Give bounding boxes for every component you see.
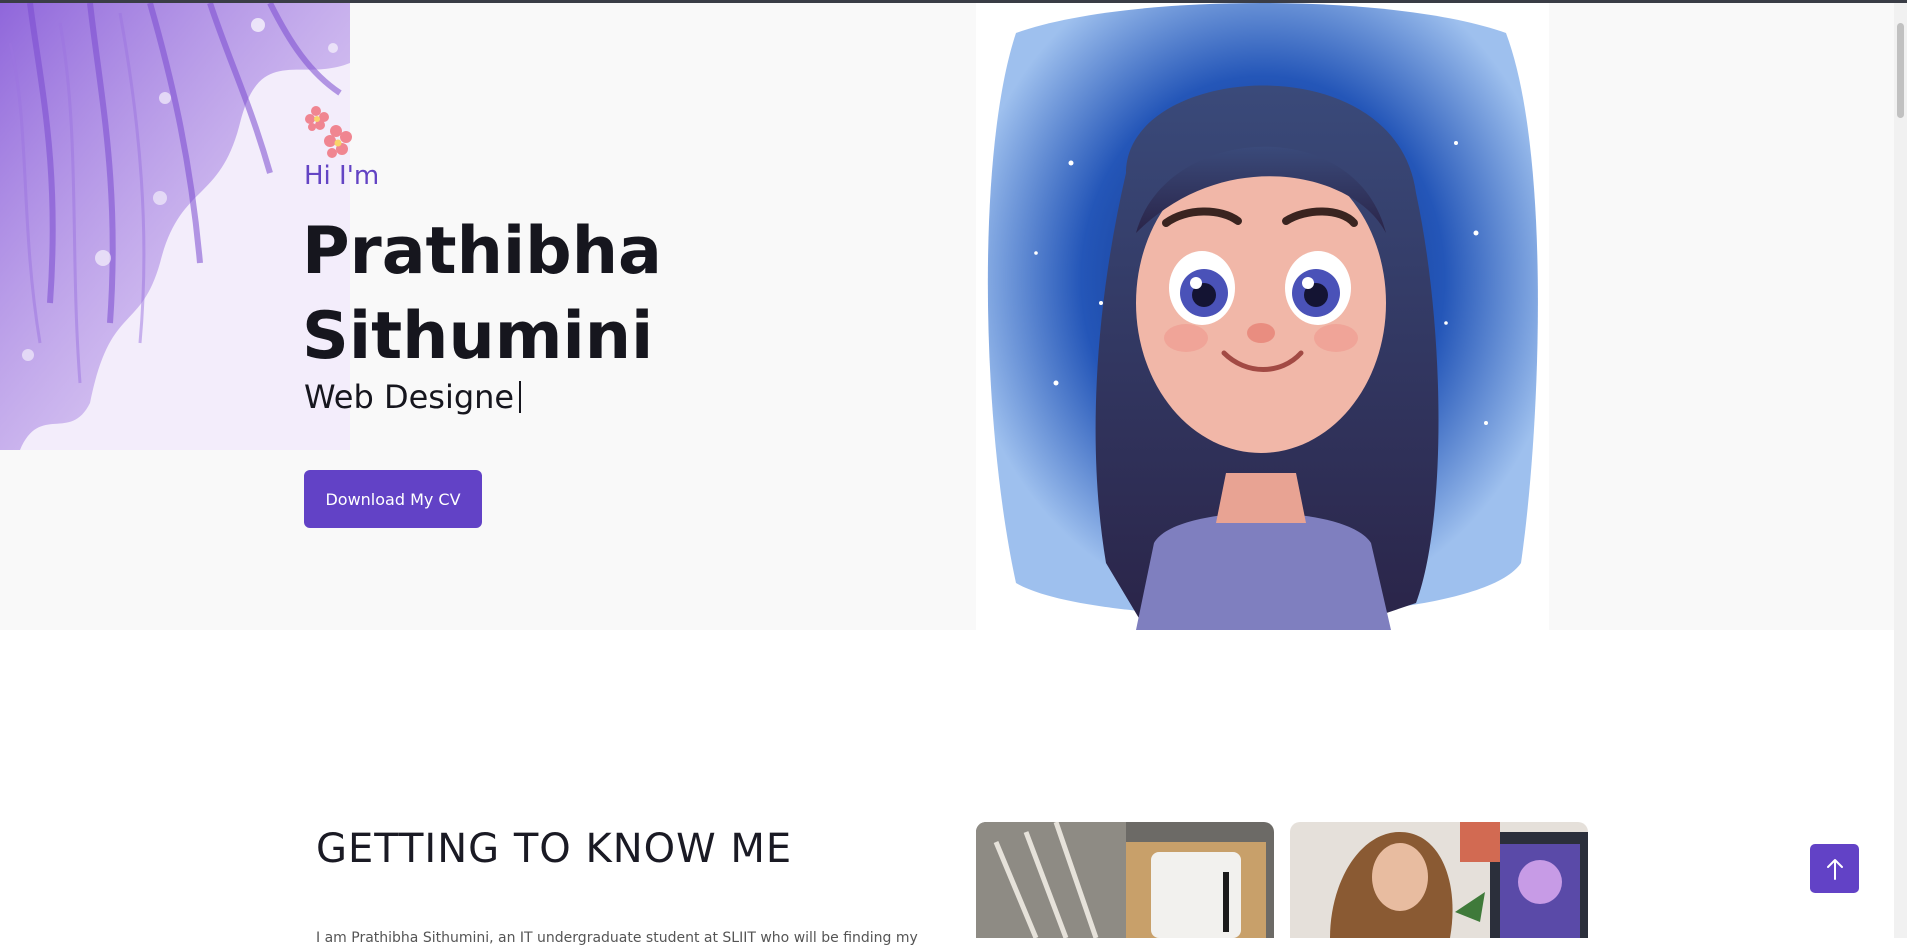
last-name: Sithumini xyxy=(302,299,654,374)
first-name: Prathibha xyxy=(302,214,662,289)
watercolor-splash xyxy=(0,3,350,450)
typing-cursor xyxy=(519,381,522,413)
flower-icon xyxy=(305,106,352,158)
about-section-title: GETTING TO KNOW ME xyxy=(316,826,793,872)
about-photo-desk xyxy=(976,822,1274,938)
greeting-text: Hi I'm xyxy=(304,161,380,191)
about-intro-text: I am Prathibha Sithumini, an IT undergra… xyxy=(316,930,918,946)
hero-section: Hi I'm Prathibha Sithumini Web Designe D… xyxy=(0,3,1907,630)
avatar-portrait xyxy=(976,3,1549,630)
about-photo-workspace xyxy=(1290,822,1588,938)
back-to-top-button[interactable] xyxy=(1810,844,1859,893)
download-cv-button[interactable]: Download My CV xyxy=(304,470,482,528)
typed-role-text: Web Designe xyxy=(304,378,515,416)
page-scrollbar[interactable] xyxy=(1894,3,1907,938)
typed-role: Web Designe xyxy=(304,378,522,416)
scrollbar-thumb[interactable] xyxy=(1897,23,1904,118)
hero-name: Prathibha Sithumini xyxy=(302,209,662,379)
arrow-up-icon xyxy=(1826,858,1843,880)
